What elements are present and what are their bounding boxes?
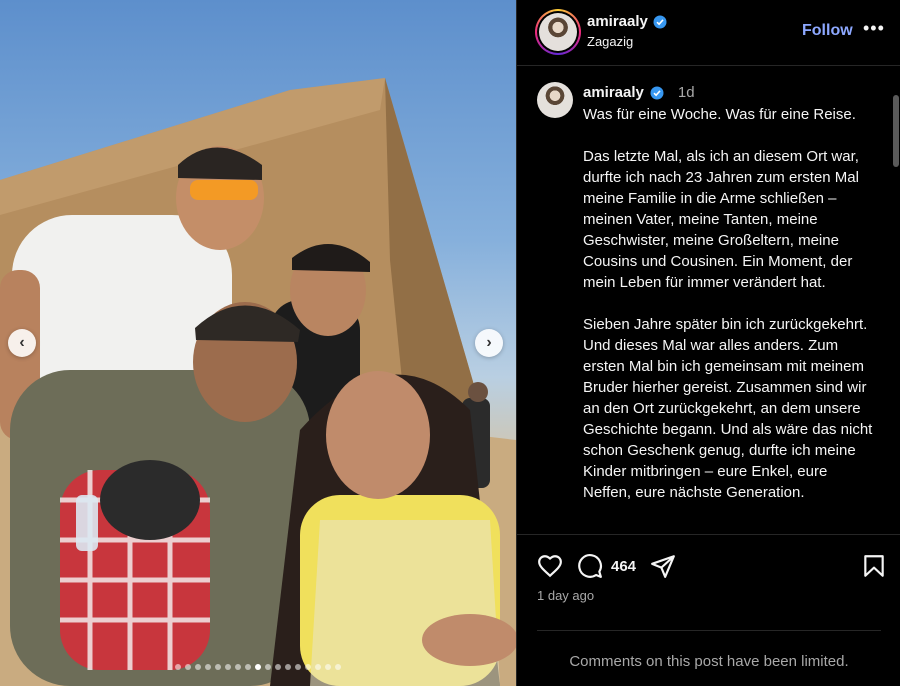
heart-icon[interactable] (537, 553, 563, 579)
caption-username[interactable]: amiraaly (583, 84, 644, 101)
carousel-dot (235, 664, 241, 670)
carousel-dot (305, 664, 311, 670)
photo-illustration (0, 78, 516, 686)
carousel-dot (335, 664, 341, 670)
verified-badge-icon (650, 86, 664, 99)
carousel-dot (225, 664, 231, 670)
carousel-dot (245, 664, 251, 670)
carousel-dot (275, 664, 281, 670)
header-username-row: amiraaly (587, 13, 667, 30)
carousel-dot (265, 664, 271, 670)
caption-text: Was für eine Woche. Was für eine Reise. … (583, 104, 879, 524)
comment-icon[interactable] (577, 553, 603, 579)
caption-paragraph: Sieben Jahre später bin ich zurückgekehr… (583, 316, 873, 501)
post-side-panel: amiraaly Zagazig Follow ••• amiraaly 1d … (516, 0, 900, 686)
post-photo: ‹ › (0, 0, 516, 686)
carousel-indicator (0, 664, 516, 670)
bookmark-icon[interactable] (861, 553, 887, 579)
carousel-dot (185, 664, 191, 670)
follow-button[interactable]: Follow (802, 22, 853, 40)
caption-area: amiraaly 1d Was für eine Woche. Was für … (517, 67, 893, 533)
avatar (539, 13, 577, 51)
action-bar: 464 1 day ago Comments on this post have… (517, 534, 900, 686)
carousel-dot (285, 664, 291, 670)
caption-avatar[interactable] (537, 82, 573, 118)
post-age[interactable]: 1 day ago (537, 588, 594, 603)
comments-limited-notice: Comments on this post have been limited. (537, 630, 881, 670)
share-icon[interactable] (650, 553, 676, 579)
carousel-dot (315, 664, 321, 670)
header-username[interactable]: amiraaly (587, 13, 648, 30)
caption-time: 1d (677, 84, 695, 101)
caption-paragraph: Was für eine Woche. Was für eine Reise. (583, 106, 856, 123)
caption-header: amiraaly 1d (583, 84, 695, 101)
carousel-dot (325, 664, 331, 670)
carousel-dot (295, 664, 301, 670)
carousel-prev-button[interactable]: ‹ (8, 329, 36, 357)
caption-paragraph: Das letzte Mal, als ich an diesem Ort wa… (583, 148, 859, 291)
carousel-next-button[interactable]: › (475, 329, 503, 357)
carousel-dot (215, 664, 221, 670)
comment-count: 464 (611, 557, 637, 575)
post-header: amiraaly Zagazig Follow ••• (517, 0, 900, 66)
carousel-dot (195, 664, 201, 670)
caption-scrollbar[interactable] (893, 95, 899, 167)
carousel-dot (205, 664, 211, 670)
verified-badge-icon (653, 15, 667, 28)
action-row: 464 (537, 553, 676, 579)
carousel-dot (175, 664, 181, 670)
story-ring[interactable] (535, 9, 581, 55)
carousel-dot (255, 664, 261, 670)
location-link[interactable]: Zagazig (587, 34, 633, 49)
more-options-icon[interactable]: ••• (863, 18, 885, 39)
